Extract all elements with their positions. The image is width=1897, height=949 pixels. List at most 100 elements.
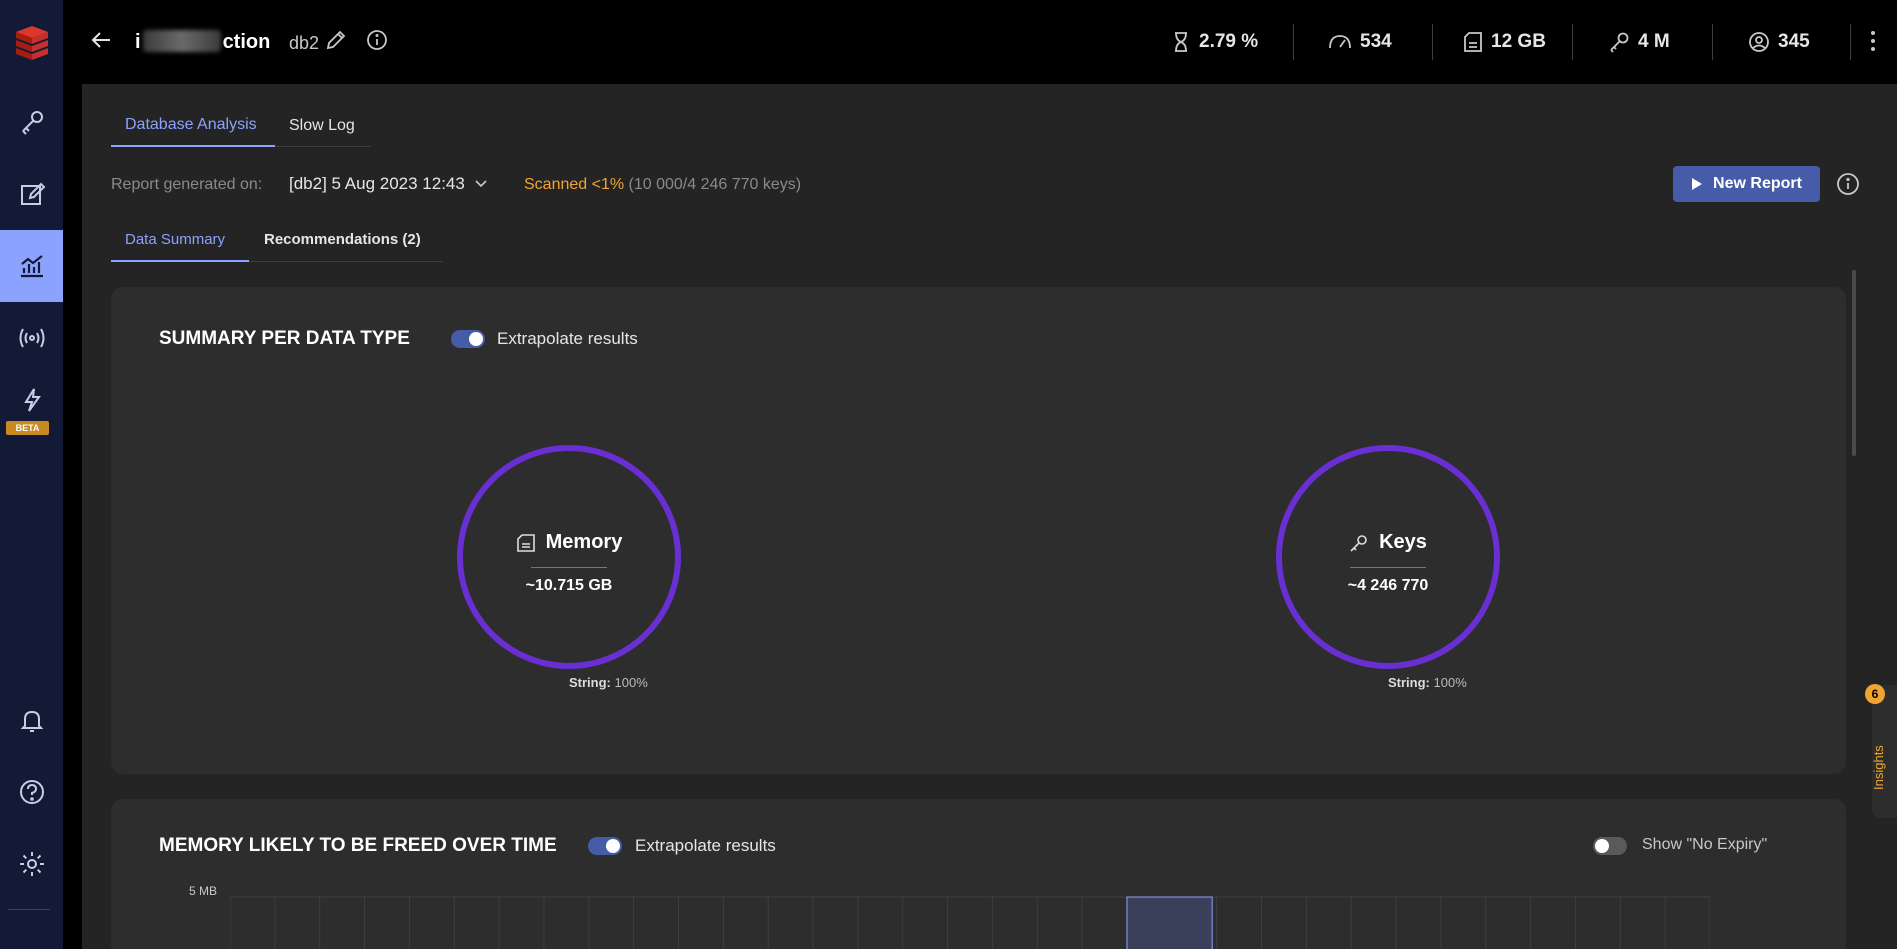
chart-icon — [20, 255, 43, 278]
metric-separator — [1712, 24, 1713, 60]
key-icon — [1610, 32, 1629, 53]
insights-badge: 6 — [1865, 684, 1885, 704]
main-content: Database Analysis Slow Log Report genera… — [82, 84, 1897, 949]
memory-caption-pct: 100% — [614, 675, 648, 690]
keys-caption-type: String: — [1388, 675, 1430, 690]
beta-badge: BETA — [6, 421, 49, 435]
tab-active-indicator — [111, 145, 275, 147]
summary-panel: SUMMARY PER DATA TYPE Extrapolate result… — [111, 287, 1846, 774]
speedometer-icon — [1329, 35, 1351, 49]
scanned-percent: Scanned <1% — [524, 176, 625, 193]
metric-ops: 534 — [1328, 0, 1392, 84]
memory-title: Memory — [463, 531, 675, 554]
memory-chart-grid — [230, 896, 1710, 949]
metric-separator — [1293, 24, 1294, 60]
play-icon — [1692, 178, 1703, 190]
redis-logo[interactable] — [0, 0, 63, 84]
metric-clients: 345 — [1748, 0, 1810, 84]
gear-icon — [19, 852, 44, 876]
chart-bar — [1126, 896, 1213, 949]
keys-title: Keys — [1282, 531, 1494, 554]
tab-data-summary[interactable]: Data Summary — [125, 231, 225, 248]
memory-caption: String: 100% — [569, 675, 648, 690]
sidebar: BETA — [0, 0, 63, 949]
sidebar-item-analysis[interactable] — [0, 230, 63, 302]
sidebar-item-settings[interactable] — [0, 828, 63, 900]
metric-keys-value: 4 M — [1638, 31, 1670, 52]
no-expiry-toggle[interactable] — [1593, 837, 1627, 855]
keys-caption-pct: 100% — [1433, 675, 1467, 690]
key-icon — [1350, 534, 1367, 552]
memory-value: ~10.715 GB — [525, 577, 613, 594]
broadcast-icon — [19, 328, 44, 348]
chevron-down-icon — [475, 180, 487, 188]
toggle-knob — [606, 839, 620, 853]
database-name-start: i — [135, 31, 141, 53]
metric-ops-value: 534 — [1360, 31, 1392, 52]
toggle-knob — [469, 332, 483, 346]
metric-cpu-value: 2.79 % — [1199, 31, 1259, 52]
back-button[interactable] — [87, 26, 115, 54]
more-menu-button[interactable] — [1869, 28, 1877, 59]
scanned-info: Scanned <1% (10 000/4 246 770 keys) — [524, 176, 801, 194]
memory-extrapolate-label: Extrapolate results — [635, 836, 776, 855]
toggle-knob — [1595, 839, 1609, 853]
memory-caption-type: String: — [569, 675, 611, 690]
memory-divider — [531, 567, 607, 568]
report-select-value: [db2] 5 Aug 2023 12:43 — [289, 174, 465, 193]
bell-icon — [20, 710, 43, 732]
metric-separator — [1432, 24, 1433, 60]
memory-freed-title: MEMORY LIKELY TO BE FREED OVER TIME — [159, 835, 557, 856]
memory-icon — [516, 533, 535, 552]
report-generated-label: Report generated on: — [111, 176, 263, 193]
metric-memory-value: 12 GB — [1491, 31, 1546, 52]
summary-panel-title: SUMMARY PER DATA TYPE — [159, 328, 410, 349]
sidebar-item-workbench[interactable] — [0, 158, 63, 230]
new-report-button[interactable]: New Report — [1673, 166, 1820, 202]
keys-title-label: Keys — [1379, 531, 1427, 553]
new-report-label: New Report — [1713, 175, 1802, 192]
sidebar-item-notifications[interactable] — [0, 684, 63, 756]
report-select[interactable]: [db2] 5 Aug 2023 12:43 — [289, 174, 487, 194]
redacted-text — [142, 30, 221, 52]
memory-icon — [1464, 32, 1482, 52]
no-expiry-label: Show "No Expiry" — [1642, 836, 1768, 853]
keys-divider — [1350, 567, 1426, 568]
metric-separator — [1850, 24, 1851, 60]
tab-recommendations[interactable]: Recommendations (2) — [264, 231, 421, 248]
sidebar-item-pubsub[interactable] — [0, 302, 63, 374]
keys-ring: Keys ~4 246 770 — [1276, 445, 1500, 669]
insights-label: Insights — [1871, 745, 1886, 790]
metric-cpu: 2.79 % — [1171, 0, 1258, 84]
user-icon — [1749, 32, 1769, 52]
kebab-icon — [1871, 31, 1875, 51]
database-name: i ction — [135, 30, 270, 54]
redis-logo-icon — [15, 26, 48, 60]
analysis-info-button[interactable] — [1836, 172, 1860, 201]
database-index: db2 — [289, 33, 320, 53]
cpu-icon — [1175, 32, 1187, 52]
extrapolate-label: Extrapolate results — [497, 329, 638, 348]
scrollbar-thumb[interactable] — [1852, 270, 1856, 456]
edit-index-button[interactable] — [325, 29, 347, 56]
database-info-button[interactable] — [366, 29, 388, 56]
top-bar: i ction db2 2.79 % 534 12 GB 4 M 345 — [63, 0, 1897, 84]
edit-icon — [20, 182, 45, 205]
info-icon — [367, 30, 387, 50]
memory-extrapolate-toggle[interactable] — [588, 837, 622, 855]
extrapolate-toggle[interactable] — [451, 330, 485, 348]
sidebar-item-help[interactable] — [0, 756, 63, 828]
keys-value: ~4 246 770 — [1347, 577, 1429, 594]
keys-caption: String: 100% — [1388, 675, 1467, 690]
sidebar-item-triggers[interactable] — [0, 374, 63, 426]
metric-separator — [1572, 24, 1573, 60]
tab-database-analysis[interactable]: Database Analysis — [125, 116, 257, 134]
pencil-icon — [326, 30, 346, 50]
database-name-end: ction — [222, 31, 271, 53]
memory-title-label: Memory — [545, 531, 623, 553]
arrow-left-icon — [91, 32, 110, 48]
sidebar-item-browser[interactable] — [0, 86, 63, 158]
tab-slow-log[interactable]: Slow Log — [289, 117, 355, 135]
metric-clients-value: 345 — [1778, 31, 1810, 52]
subtab-active-indicator — [111, 260, 249, 262]
